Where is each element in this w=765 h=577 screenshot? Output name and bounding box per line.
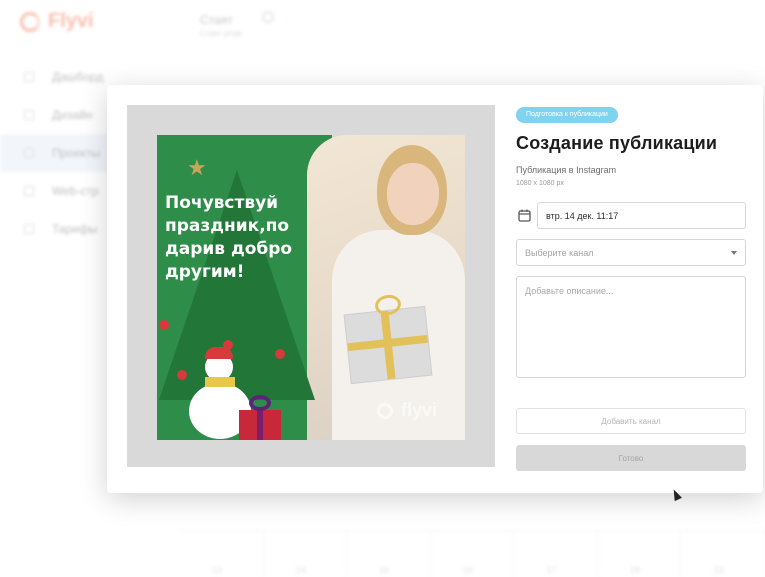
date-time-input[interactable] <box>537 202 746 229</box>
ornament <box>275 349 285 359</box>
status-badge: Подготовка к публикации <box>516 107 618 123</box>
ornament <box>159 320 169 330</box>
image-size: 1080 x 1080 px <box>516 180 564 187</box>
channel-select-placeholder: Выберите канал <box>525 247 594 258</box>
modal-title: Создание публикации <box>516 133 718 153</box>
create-post-modal: ★ Почувствуй праздник,по дарив добро дру… <box>107 85 763 493</box>
photo-face <box>387 163 439 225</box>
post-watermark: flyvi <box>401 400 438 420</box>
description-field[interactable] <box>516 276 746 378</box>
channel-select[interactable]: Выберите канал <box>516 239 746 266</box>
post-preview-image: ★ Почувствуй праздник,по дарив добро дру… <box>157 135 465 440</box>
add-channel-button[interactable]: Добавить канал <box>516 408 746 434</box>
star-icon: ★ <box>187 155 207 180</box>
chevron-down-icon <box>731 250 737 255</box>
watermark-icon <box>377 403 393 419</box>
done-button[interactable]: Готово <box>516 445 746 471</box>
calendar-icon[interactable] <box>518 209 531 222</box>
preview-panel: ★ Почувствуй праздник,по дарив добро дру… <box>127 105 495 467</box>
post-headline: Почувствуй праздник,по дарив добро други… <box>165 193 293 282</box>
modal-subtitle: Публикация в Instagram <box>516 165 617 175</box>
photo-gift-box <box>343 305 433 385</box>
red-gift-box <box>239 410 281 440</box>
snowman-scarf <box>205 377 235 387</box>
snowman-hat <box>205 347 233 359</box>
red-gift-bow <box>249 395 271 411</box>
ornament <box>177 370 187 380</box>
